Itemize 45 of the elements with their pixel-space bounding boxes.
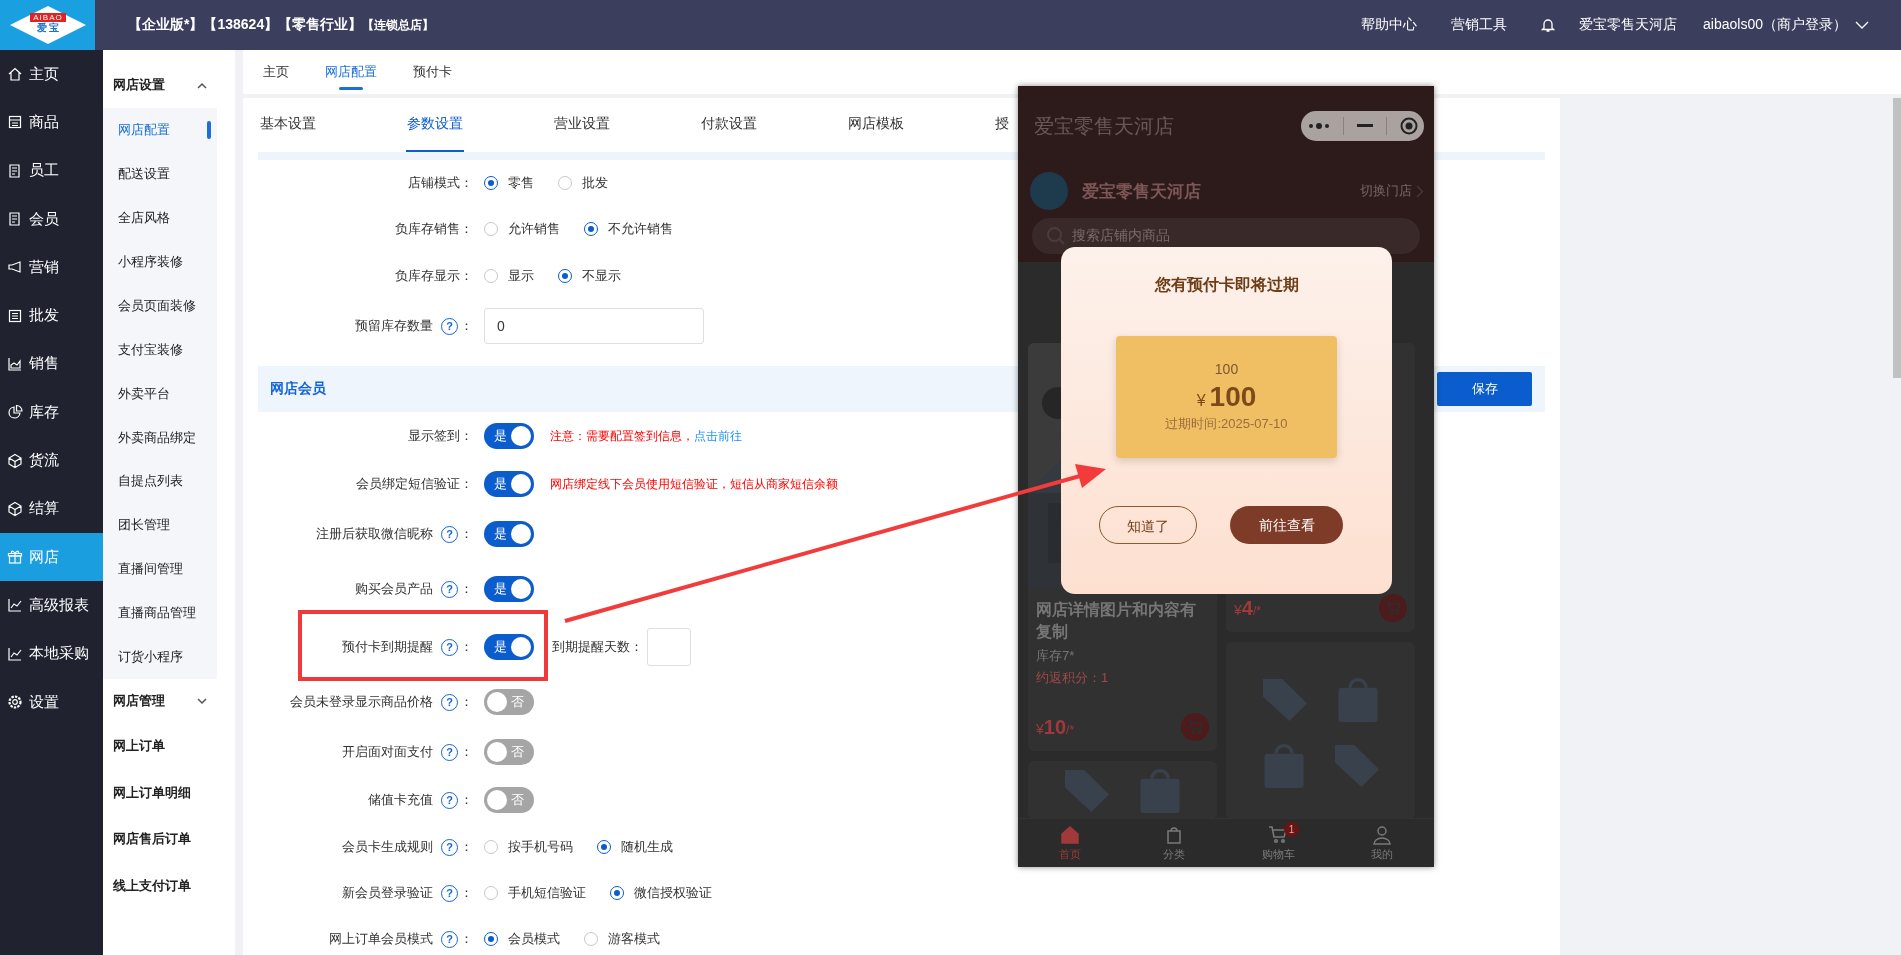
field-label: 注册后获取微信昵称 bbox=[316, 525, 433, 543]
label-colon: ： bbox=[460, 525, 473, 543]
label-colon: ： bbox=[460, 743, 473, 761]
label-colon: ： bbox=[460, 693, 473, 711]
field-label: 负库存销售： bbox=[395, 220, 473, 238]
field-label: 负库存显示： bbox=[395, 267, 473, 285]
label-colon: ： bbox=[460, 838, 473, 856]
dialog-title: 您有预付卡即将过期 bbox=[1153, 275, 1300, 295]
product-name: 网店详情图片和内容有复制 bbox=[1035, 600, 1197, 642]
app-title: 爱宝零售天河店 bbox=[1034, 113, 1174, 139]
card-amount: ¥100 bbox=[1196, 381, 1257, 413]
label-colon: ： bbox=[460, 884, 473, 902]
field-label: 新会员登录验证 bbox=[342, 884, 433, 902]
label-colon: ： bbox=[460, 930, 473, 948]
points-text: 约返积分：1 bbox=[1035, 669, 1110, 687]
field-label: 储值卡充值 bbox=[368, 791, 433, 809]
section-title: 网店会员 bbox=[270, 380, 326, 398]
note-text: 注意：需要配置签到信息，点击前往 bbox=[550, 427, 742, 445]
field-label: 开启面对面支付 bbox=[342, 743, 433, 761]
field-label: 店铺模式： bbox=[408, 174, 473, 192]
label-colon: ： bbox=[460, 317, 473, 335]
logo-text: 爱 宝 bbox=[35, 22, 61, 34]
label-colon: ： bbox=[460, 638, 473, 656]
branch-label: 【连锁总店】 bbox=[362, 16, 435, 34]
field-label: 会员未登录显示商品价格 bbox=[290, 693, 433, 711]
field-label: 显示签到： bbox=[408, 427, 473, 445]
label-colon: ： bbox=[460, 791, 473, 809]
expiry-text: 过期时间:2025-07-10 bbox=[1165, 415, 1288, 433]
field-label: 预留库存数量 bbox=[355, 317, 433, 335]
stock-text: 库存7* bbox=[1035, 647, 1076, 665]
store-name: 爱宝零售天河店 bbox=[1082, 180, 1202, 203]
field-label: 会员卡生成规则 bbox=[342, 838, 433, 856]
card-name: 100 bbox=[1214, 361, 1239, 377]
field-label: 预付卡到期提醒 bbox=[342, 638, 433, 656]
field-label: 网上订单会员模式 bbox=[329, 930, 433, 948]
label-colon: ： bbox=[460, 580, 473, 598]
edition-label: 【企业版*】【138624】【零售行业】 bbox=[128, 16, 363, 34]
price: ¥10/* bbox=[1036, 715, 1075, 739]
field-label: 到期提醒天数： bbox=[552, 638, 643, 656]
count-badge: 1 bbox=[1284, 822, 1299, 837]
note-text: 网店绑定线下会员使用短信验证，短信从商家短信余额 bbox=[550, 475, 838, 493]
price: ¥4/* bbox=[1234, 596, 1261, 620]
field-label: 会员绑定短信验证： bbox=[356, 475, 473, 493]
field-label: 购买会员产品 bbox=[355, 580, 433, 598]
logo-text: AIBAO bbox=[30, 13, 66, 22]
